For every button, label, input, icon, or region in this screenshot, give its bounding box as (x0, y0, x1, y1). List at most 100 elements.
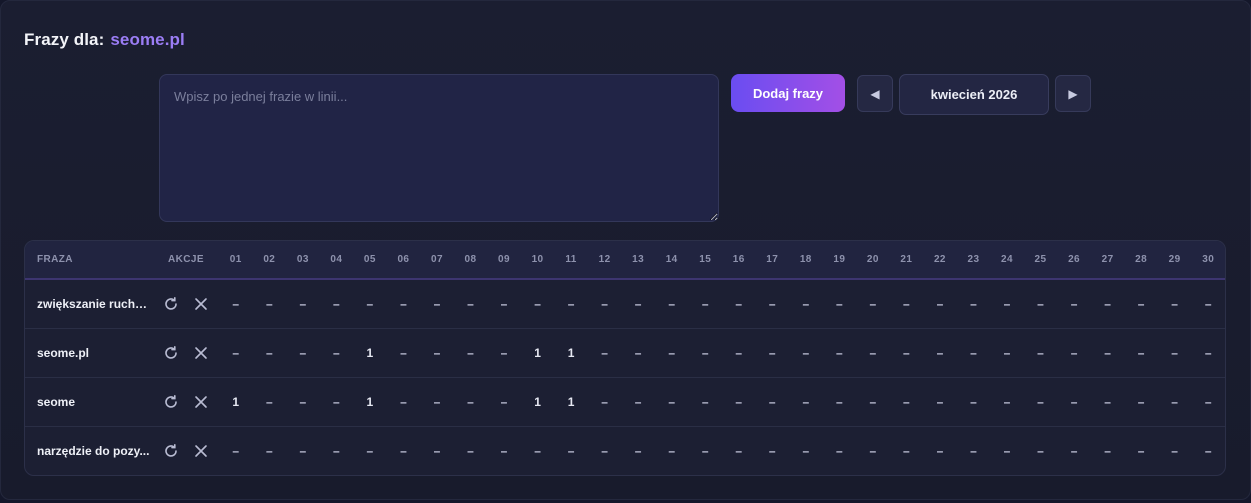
position-cell: – (768, 345, 776, 360)
table-row: narzędzie do pozy... – – – – – – – – – – – – – – – – – – – –… (25, 426, 1225, 475)
position-cell: – (1204, 394, 1212, 409)
position-cell: – (835, 345, 843, 360)
position-cell: – (1204, 345, 1212, 360)
table-row: zwiększanie ruchu ... – – – – – – – – – – – – – – – – – – –… (25, 279, 1225, 328)
column-header-day: 06 (397, 254, 410, 265)
position-cell: – (1037, 443, 1044, 458)
position-cell: – (869, 394, 877, 409)
position-cell: – (936, 394, 944, 409)
position-cell: – (433, 345, 441, 360)
position-cell: – (467, 296, 474, 311)
position-cell: – (1171, 296, 1178, 311)
column-header-day: 05 (363, 254, 376, 265)
position-cell: – (970, 394, 977, 409)
position-cell: 1 (534, 394, 541, 409)
prev-month-button[interactable]: ◀ (857, 75, 893, 112)
position-cell: – (500, 394, 508, 409)
position-cell: 1 (567, 394, 575, 409)
position-cell: – (601, 296, 608, 311)
close-icon[interactable] (192, 442, 210, 460)
table-body: zwiększanie ruchu ... – – – – – – – – – – – – – – – – – – –… (25, 279, 1225, 475)
column-header-actions: AKCJE (168, 254, 204, 265)
refresh-icon[interactable] (162, 393, 180, 411)
position-cell: – (768, 394, 776, 409)
column-header-day: 12 (598, 254, 611, 265)
position-cell: – (1037, 394, 1044, 409)
refresh-icon[interactable] (162, 344, 180, 362)
column-header-day: 01 (229, 254, 242, 265)
position-cell: – (400, 296, 407, 311)
position-cell: – (265, 394, 273, 409)
domain-name: seome.pl (110, 30, 185, 49)
position-cell: – (299, 394, 307, 409)
position-cell: – (299, 345, 307, 360)
position-cell: – (1104, 345, 1111, 360)
position-cell: – (232, 443, 240, 458)
position-cell: – (400, 394, 407, 409)
position-cell: – (1171, 345, 1178, 360)
position-cell: – (366, 296, 374, 311)
position-cell: – (433, 443, 441, 458)
position-cell: – (567, 296, 575, 311)
title-label: Frazy dla: (24, 30, 105, 49)
page-title: Frazy dla: seome.pl (24, 30, 185, 50)
position-cell: – (869, 296, 877, 311)
actions-cell (153, 279, 219, 328)
column-header-day: 14 (665, 254, 678, 265)
actions-cell (153, 328, 219, 377)
column-header-day: 26 (1068, 254, 1081, 265)
position-cell: – (903, 394, 910, 409)
column-header-day: 07 (430, 254, 443, 265)
position-cell: – (534, 296, 541, 311)
column-header-day: 23 (967, 254, 980, 265)
position-cell: – (601, 394, 608, 409)
position-cell: – (1037, 345, 1044, 360)
position-cell: – (869, 345, 877, 360)
position-cell: – (701, 296, 709, 311)
position-cell: – (299, 443, 307, 458)
position-cell: – (232, 345, 240, 360)
position-cell: 1 (366, 345, 374, 360)
close-icon[interactable] (192, 344, 210, 362)
position-cell: 1 (534, 345, 541, 360)
position-cell: – (1204, 443, 1212, 458)
positions-table: FRAZA AKCJE 01 02 03 04 05 06 07 08 09 10 11 12 13 14… (24, 240, 1226, 476)
position-cell: 1 (567, 345, 575, 360)
column-header-day: 20 (866, 254, 879, 265)
next-month-button[interactable]: ▶ (1055, 75, 1091, 112)
phrase-cell: zwiększanie ruchu ... (37, 296, 153, 311)
position-cell: – (835, 394, 843, 409)
position-cell: – (634, 443, 642, 458)
close-icon[interactable] (192, 295, 210, 313)
column-header-day: 24 (1001, 254, 1013, 265)
column-header-day: 22 (933, 254, 946, 265)
position-cell: – (768, 296, 776, 311)
column-header-day: 25 (1034, 254, 1047, 265)
column-header-phrase: FRAZA (37, 254, 73, 265)
phrases-textarea[interactable] (159, 74, 719, 222)
position-cell: – (768, 443, 776, 458)
position-cell: – (433, 394, 441, 409)
close-icon[interactable] (192, 393, 210, 411)
position-cell: – (333, 296, 340, 311)
position-cell: – (936, 443, 944, 458)
refresh-icon[interactable] (162, 295, 180, 313)
position-cell: – (1137, 345, 1145, 360)
position-cell: – (735, 345, 743, 360)
column-header-day: 21 (900, 254, 913, 265)
position-cell: – (1104, 394, 1111, 409)
position-cell: – (835, 443, 843, 458)
column-header-day: 11 (565, 254, 577, 265)
refresh-icon[interactable] (162, 442, 180, 460)
position-cell: 1 (366, 394, 374, 409)
position-cell: – (333, 394, 340, 409)
add-phrases-button[interactable]: Dodaj frazy (731, 74, 845, 112)
column-header-day: 04 (330, 254, 343, 265)
column-header-day: 30 (1202, 254, 1215, 265)
position-cell: – (634, 394, 642, 409)
position-cell: – (400, 345, 407, 360)
position-cell: – (936, 345, 944, 360)
position-cell: – (668, 443, 676, 458)
column-header-day: 08 (464, 254, 477, 265)
month-display: kwiecień 2026 (899, 74, 1049, 115)
